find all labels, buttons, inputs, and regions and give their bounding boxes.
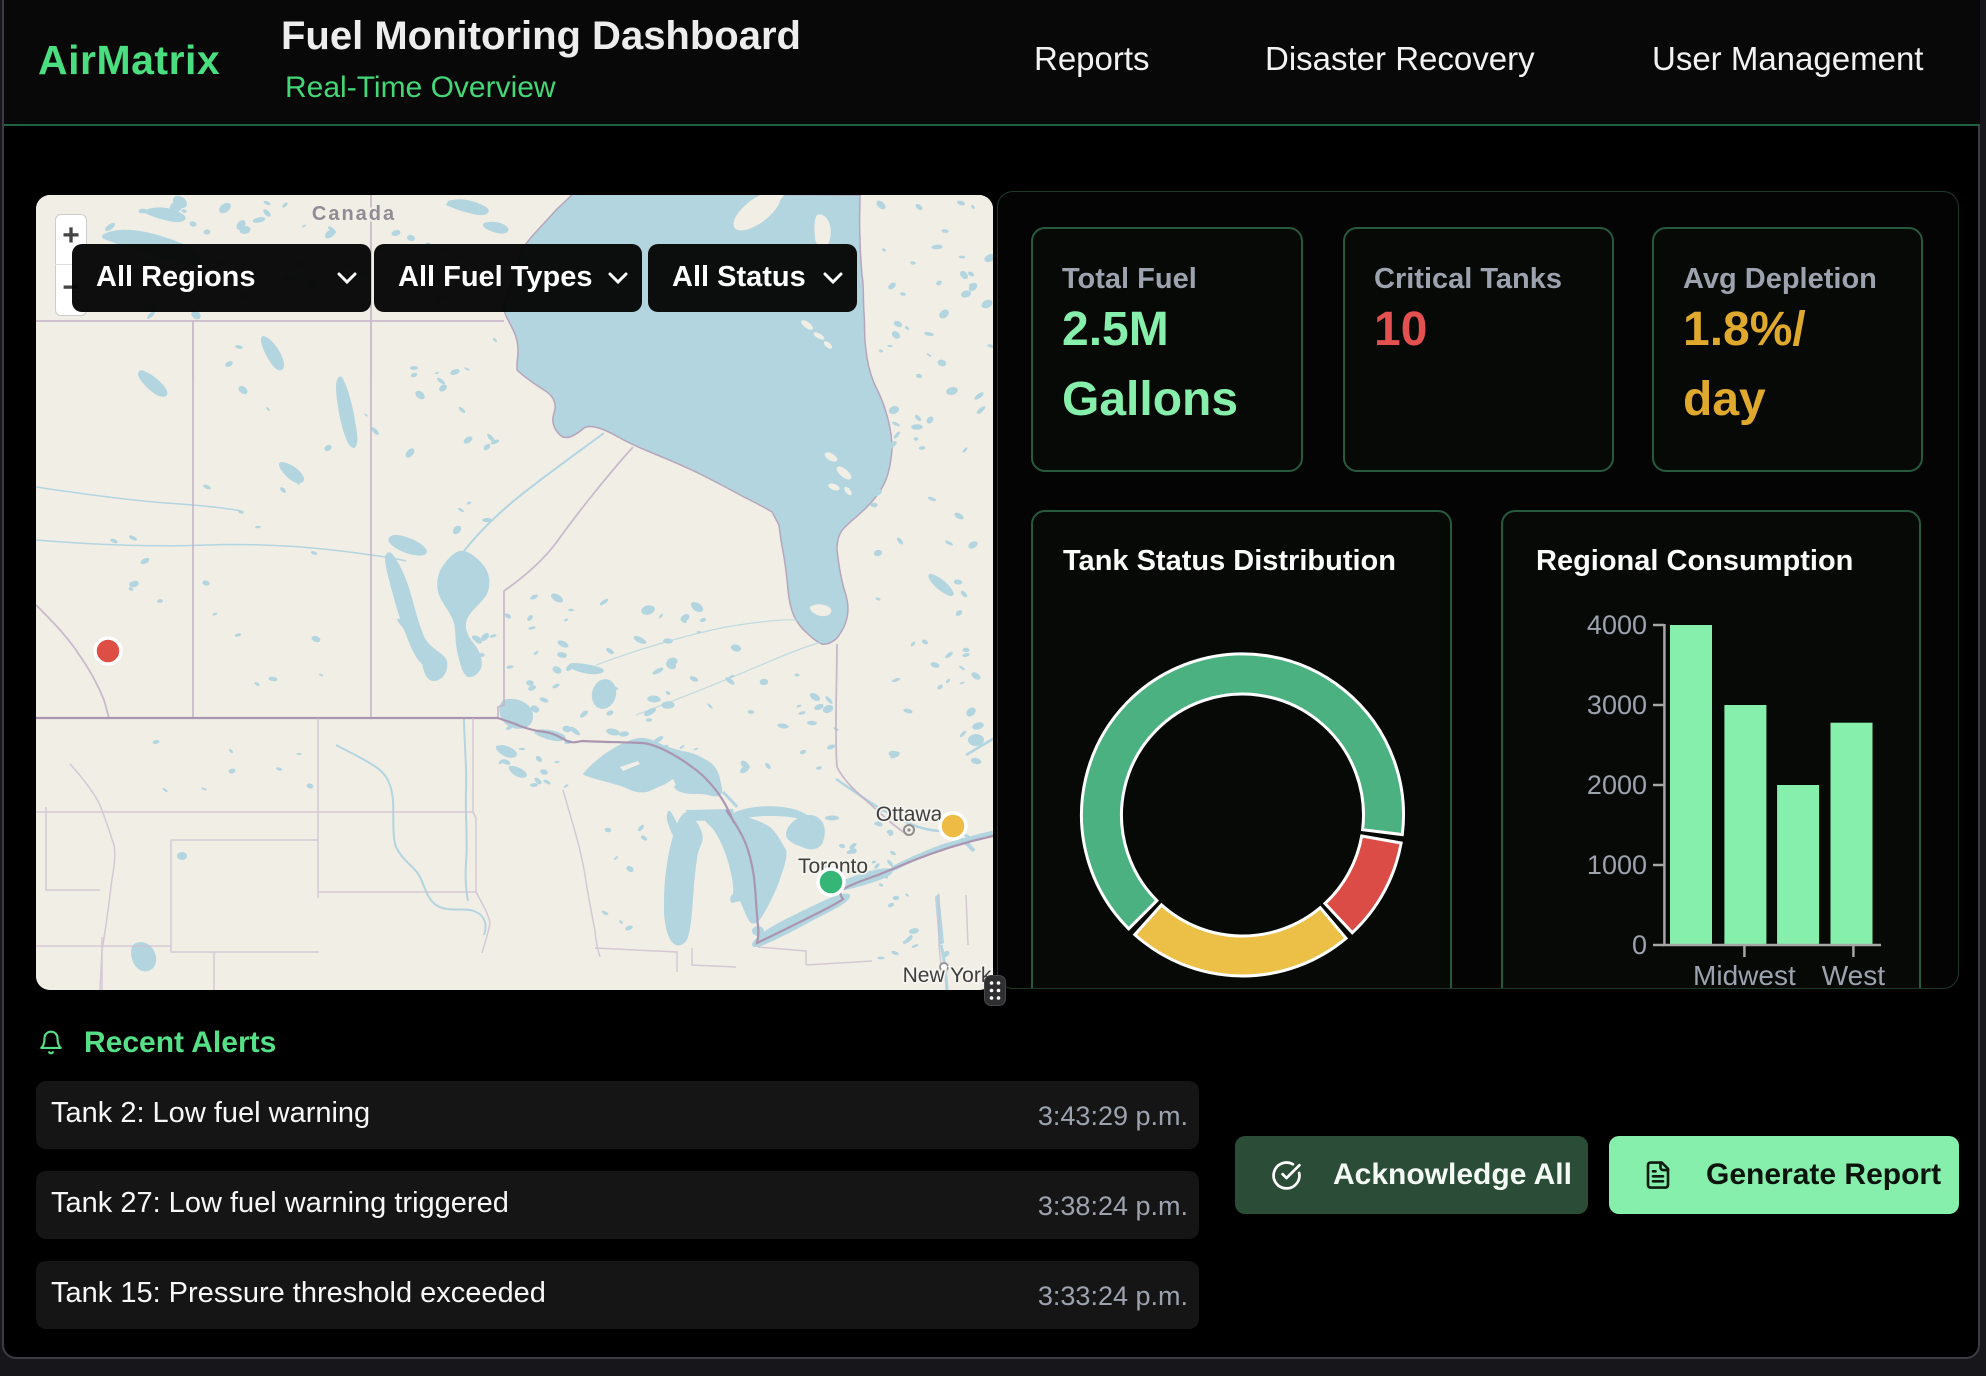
- svg-text:2000: 2000: [1587, 770, 1647, 800]
- svg-text:4000: 4000: [1587, 610, 1647, 640]
- svg-text:West: West: [1822, 960, 1885, 989]
- svg-text:Ottawa: Ottawa: [876, 803, 943, 826]
- svg-text:Midwest: Midwest: [1693, 960, 1796, 989]
- svg-text:Canada: Canada: [312, 203, 396, 225]
- svg-text:New York: New York: [903, 964, 992, 987]
- svg-text:1000: 1000: [1587, 850, 1647, 880]
- svg-text:3000: 3000: [1587, 690, 1647, 720]
- svg-text:0: 0: [1632, 930, 1647, 960]
